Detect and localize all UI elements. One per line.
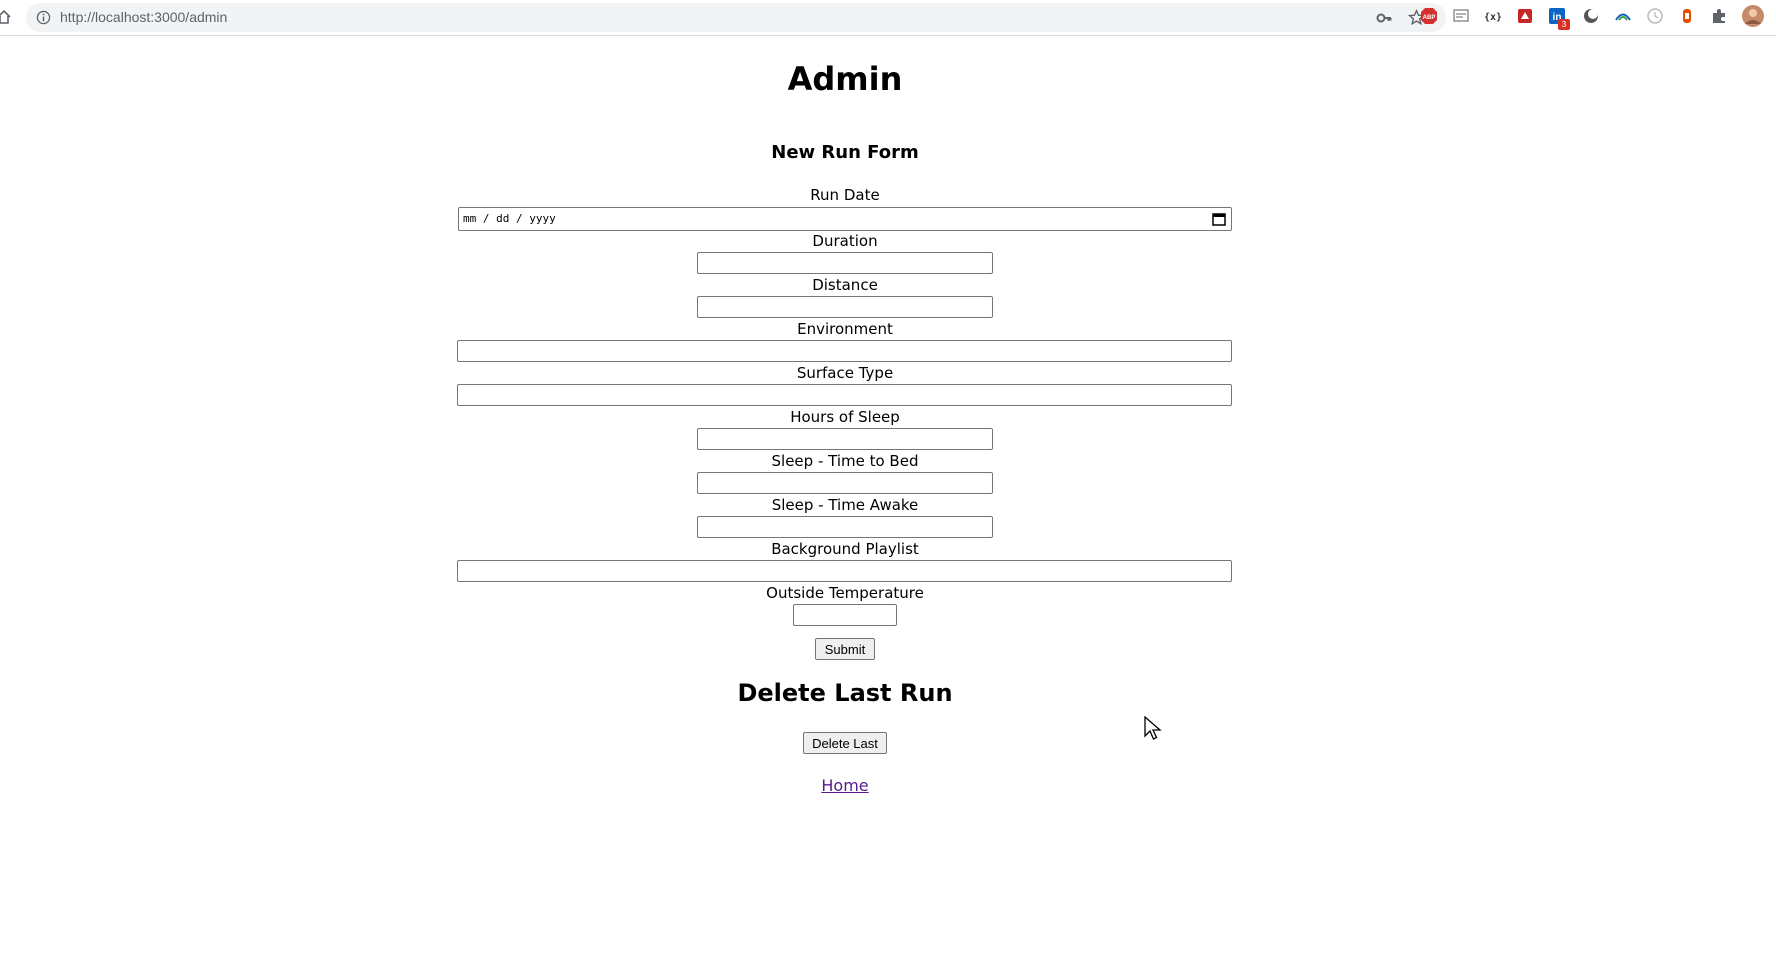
mouse-cursor-icon	[1144, 716, 1162, 740]
run-date-placeholder: mm / dd / yyyy	[463, 212, 556, 225]
distance-input[interactable]	[697, 296, 993, 318]
url-text[interactable]: http://localhost:3000/admin	[60, 9, 227, 25]
svg-text:{x}: {x}	[1484, 12, 1502, 23]
playlist-input[interactable]	[457, 560, 1232, 582]
svg-text:ABP: ABP	[1423, 15, 1436, 21]
page-title: Admin	[787, 60, 903, 98]
rainbow-extension-icon[interactable]	[1614, 7, 1632, 25]
delete-last-button[interactable]: Delete Last	[803, 732, 887, 754]
profile-avatar-icon[interactable]	[1742, 5, 1764, 27]
form-heading: New Run Form	[771, 142, 919, 163]
calendar-icon[interactable]	[1212, 212, 1226, 226]
run-date-label: Run Date	[810, 186, 880, 204]
clock-extension-icon[interactable]	[1646, 7, 1664, 25]
hours-of-sleep-input[interactable]	[697, 428, 993, 450]
home-link[interactable]: Home	[0, 776, 1690, 795]
address-bar[interactable]: http://localhost:3000/admin	[26, 3, 1446, 32]
puzzle-extensions-icon[interactable]	[1710, 7, 1728, 25]
extension-badge: 3	[1558, 19, 1570, 30]
browser-toolbar: http://localhost:3000/admin ABP {x} in 3	[0, 0, 1776, 36]
duration-label: Duration	[812, 232, 878, 250]
submit-button[interactable]: Submit	[815, 638, 875, 660]
info-icon[interactable]	[36, 10, 51, 25]
dark-mode-extension-icon[interactable]	[1582, 7, 1600, 25]
distance-label: Distance	[812, 276, 878, 294]
temperature-input[interactable]	[793, 604, 897, 626]
orange-extension-icon[interactable]	[1678, 7, 1696, 25]
time-to-bed-label: Sleep - Time to Bed	[771, 452, 919, 470]
duration-input[interactable]	[697, 252, 993, 274]
surface-type-input[interactable]	[457, 384, 1232, 406]
run-date-input[interactable]: mm / dd / yyyy	[458, 207, 1232, 231]
key-icon[interactable]	[1376, 10, 1392, 26]
time-to-bed-input[interactable]	[697, 472, 993, 494]
time-awake-input[interactable]	[697, 516, 993, 538]
adblock-extension-icon[interactable]: ABP	[1420, 7, 1438, 25]
home-icon[interactable]	[0, 9, 12, 25]
hours-of-sleep-label: Hours of Sleep	[790, 408, 900, 426]
surface-type-label: Surface Type	[796, 364, 894, 382]
css-extension-icon[interactable]	[1452, 7, 1470, 25]
playlist-label: Background Playlist	[771, 540, 919, 558]
environment-input[interactable]	[457, 340, 1232, 362]
temperature-label: Outside Temperature	[766, 584, 924, 602]
time-awake-label: Sleep - Time Awake	[771, 496, 919, 514]
delete-heading: Delete Last Run	[737, 679, 953, 707]
red-extension-icon[interactable]	[1516, 7, 1534, 25]
environment-label: Environment	[797, 320, 893, 338]
json-extension-icon[interactable]: {x}	[1484, 7, 1502, 25]
